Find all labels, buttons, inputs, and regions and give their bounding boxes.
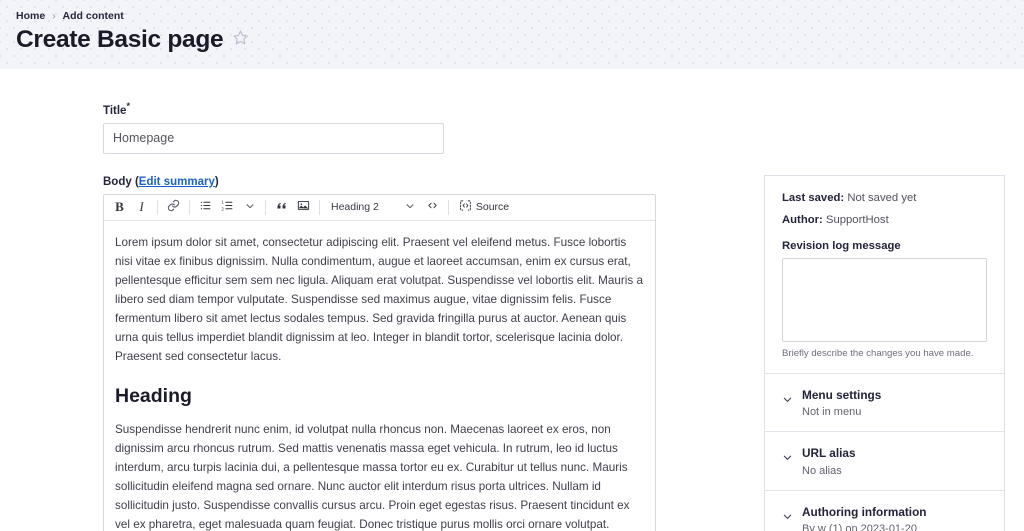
body-field-label: Body (Edit summary)	[103, 176, 764, 188]
code-icon	[426, 200, 439, 214]
page-title: Create Basic page	[16, 26, 224, 53]
page-layout: Title* Body (Edit summary) B I	[0, 69, 1024, 531]
source-code-icon	[459, 199, 472, 215]
numbered-list-icon: 1 2	[221, 199, 234, 215]
numbered-list-button[interactable]: 1 2	[217, 197, 238, 218]
editor-toolbar: B I 1 2 Heading 2 Source	[104, 194, 655, 221]
sidebar-section-url-alias[interactable]: URL alias No alias	[765, 431, 1004, 489]
image-icon	[297, 199, 310, 215]
page-title-row: Create Basic page	[16, 26, 1008, 54]
sidebar-section-text: Menu settings Not in menu	[802, 388, 881, 418]
source-button[interactable]: Source	[454, 197, 514, 218]
last-saved-label: Last saved:	[782, 192, 845, 204]
chevron-down-icon	[782, 392, 793, 410]
italic-button[interactable]: I	[131, 197, 152, 218]
link-icon	[167, 199, 180, 215]
last-saved-row: Last saved: Not saved yet	[782, 192, 987, 204]
insert-image-button[interactable]	[293, 197, 314, 218]
body-label-text: Body	[103, 175, 132, 188]
node-meta-sidebar: Last saved: Not saved yet Author: Suppor…	[764, 175, 1005, 531]
toolbar-divider	[319, 199, 320, 215]
author-label: Author:	[782, 214, 823, 226]
bold-button[interactable]: B	[109, 197, 130, 218]
editor-heading: Heading	[115, 384, 192, 407]
author-row: Author: SupportHost	[782, 214, 987, 226]
title-field-label: Title*	[103, 101, 764, 117]
author-value: SupportHost	[825, 214, 889, 226]
revision-log-label: Revision log message	[782, 240, 901, 252]
link-button[interactable]	[163, 197, 184, 218]
revision-log-hint: Briefly describe the changes you have ma…	[782, 348, 974, 359]
code-button[interactable]	[422, 197, 443, 218]
toolbar-divider	[189, 199, 190, 215]
bulleted-list-icon	[199, 199, 212, 215]
title-label-text: Title	[103, 104, 127, 117]
edit-summary-link[interactable]: Edit summary	[139, 176, 215, 188]
section-summary: No alias	[802, 464, 842, 477]
heading-style-value: Heading 2	[331, 201, 379, 214]
revision-log-textarea[interactable]	[782, 258, 987, 342]
sidebar-section-text: URL alias No alias	[802, 446, 856, 476]
chevron-down-icon	[405, 201, 415, 214]
svg-text:2: 2	[222, 207, 225, 212]
sidebar-meta-section: Last saved: Not saved yet Author: Suppor…	[765, 176, 1004, 373]
sidebar-section-authoring-information[interactable]: Authoring information By w (1) on 2023-0…	[765, 489, 1004, 531]
section-title: URL alias	[802, 446, 856, 461]
editor-paragraph: Lorem ipsum dolor sit amet, consectetur …	[115, 235, 643, 363]
body-rich-text-editor: B I 1 2 Heading 2 Source Lorem ipsum dol…	[103, 193, 656, 531]
sidebar-section-text: Authoring information By w (1) on 2023-0…	[802, 505, 927, 531]
editor-content-area[interactable]: Lorem ipsum dolor sit amet, consectetur …	[104, 221, 655, 531]
section-summary: By w (1) on 2023-01-20	[802, 522, 917, 531]
required-marker: *	[126, 101, 130, 111]
svg-text:1: 1	[222, 200, 225, 205]
toolbar-divider	[447, 199, 449, 215]
breadcrumb-item-home[interactable]: Home	[16, 10, 45, 22]
page-header: Home › Add content Create Basic page	[0, 0, 1024, 69]
heading-style-dropdown[interactable]: Heading 2	[325, 197, 421, 218]
sidebar-section-menu-settings[interactable]: Menu settings Not in menu	[765, 373, 1004, 431]
last-saved-value: Not saved yet	[847, 192, 917, 204]
editor-paragraph: Suspendisse hendrerit nunc enim, id volu…	[115, 422, 630, 531]
edit-summary-paren-close: )	[214, 175, 219, 188]
chevron-down-icon	[782, 509, 793, 527]
main-form-column: Title* Body (Edit summary) B I	[0, 69, 764, 531]
section-title: Authoring information	[802, 504, 927, 519]
breadcrumb-separator: ›	[52, 10, 56, 22]
bulleted-list-button[interactable]	[195, 197, 216, 218]
toolbar-divider	[265, 199, 266, 215]
source-button-label: Source	[475, 201, 510, 214]
star-outline-icon[interactable]	[232, 29, 249, 51]
section-summary: Not in menu	[802, 406, 862, 419]
chevron-down-icon	[245, 200, 255, 214]
breadcrumb-item-add-content[interactable]: Add content	[63, 10, 124, 22]
toolbar-divider	[157, 199, 158, 215]
quote-icon	[275, 200, 288, 215]
chevron-down-icon	[782, 450, 793, 468]
breadcrumb: Home › Add content	[16, 0, 1008, 22]
title-input[interactable]	[103, 122, 444, 154]
blockquote-button[interactable]	[271, 197, 292, 218]
list-options-dropdown-button[interactable]	[239, 197, 260, 218]
section-title: Menu settings	[802, 388, 882, 402]
